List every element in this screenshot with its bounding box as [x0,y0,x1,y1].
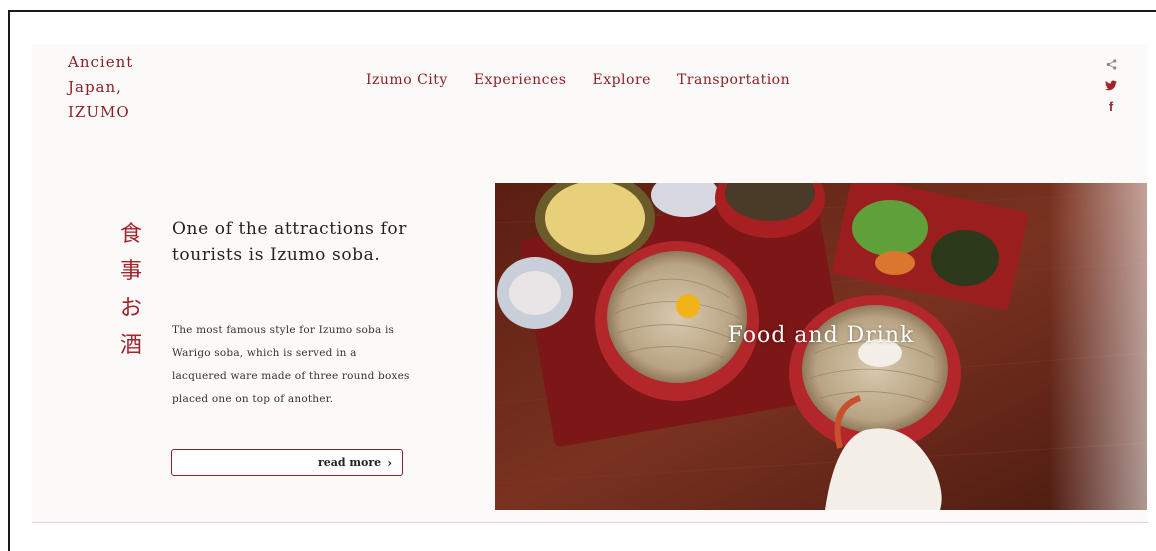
feature-headline: One of the attractions for tourists is I… [172,219,407,265]
brand-line-2: Japan, [68,78,122,96]
read-more-label: read more [317,456,382,469]
vertical-kanji: 食 事 お 酒 [116,216,146,364]
twitter-icon[interactable] [1104,77,1118,93]
social-links: f [1104,56,1118,114]
nav-item-izumo-city[interactable]: Izumo City [366,72,448,88]
share-icon[interactable] [1104,56,1118,72]
photo-caption: Food and Drink [727,323,915,348]
nav-item-transportation[interactable]: Transportation [677,72,790,88]
site-logo[interactable]: Ancient Japan, IZUMO [68,50,178,125]
brand-line-3: IZUMO [68,103,130,121]
chevron-right-icon: › [387,455,392,470]
page: Ancient Japan, IZUMO Izumo City Experien… [32,44,1148,523]
feature-photo[interactable]: Food and Drink [495,183,1147,510]
main-nav: Izumo City Experiences Explore Transport… [366,72,790,88]
kanji-char: お [119,296,142,321]
facebook-glyph: f [1108,98,1114,114]
brand-line-1: Ancient [68,53,134,71]
nav-item-experiences[interactable]: Experiences [474,72,567,88]
kanji-char: 食 [119,222,142,247]
kanji-char: 事 [119,259,142,284]
kanji-char: 酒 [119,333,142,358]
feature-description: The most famous style for Izumo soba is … [172,324,410,405]
facebook-icon[interactable]: f [1104,98,1118,114]
read-more-button[interactable]: read more › [171,449,403,476]
nav-item-explore[interactable]: Explore [592,72,650,88]
